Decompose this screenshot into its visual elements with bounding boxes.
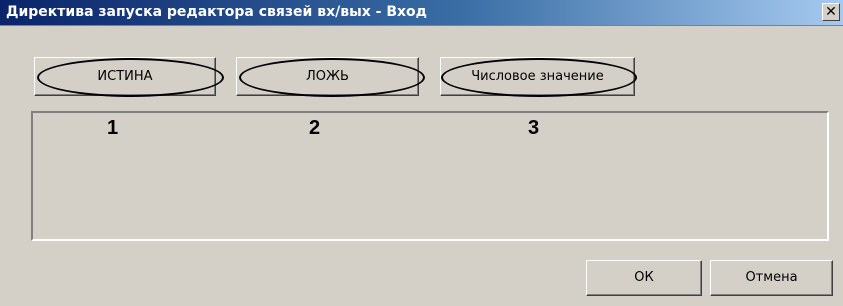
cancel-button-label: Отмена [745,270,798,285]
content-panel [31,111,829,241]
annotation-number-1: 1 [107,117,119,139]
numeric-value-button-label: Числовое значение [471,69,604,84]
true-button[interactable]: ИСТИНА [34,57,216,96]
cancel-button[interactable]: Отмена [710,260,833,296]
ok-button[interactable]: ОК [586,260,702,296]
false-button-label: ЛОЖЬ [306,69,349,84]
title-bar[interactable]: Директива запуска редактора связей вх/вы… [0,0,843,26]
annotation-number-3: 3 [528,117,540,139]
window-title: Директива запуска редактора связей вх/вы… [6,4,427,20]
numeric-value-button[interactable]: Числовое значение [440,57,635,96]
false-button[interactable]: ЛОЖЬ [236,57,419,96]
annotation-number-2: 2 [309,117,321,139]
close-button[interactable]: ✕ [822,3,840,21]
ok-button-label: ОК [634,270,654,285]
close-icon: ✕ [825,4,837,20]
true-button-label: ИСТИНА [97,69,153,84]
